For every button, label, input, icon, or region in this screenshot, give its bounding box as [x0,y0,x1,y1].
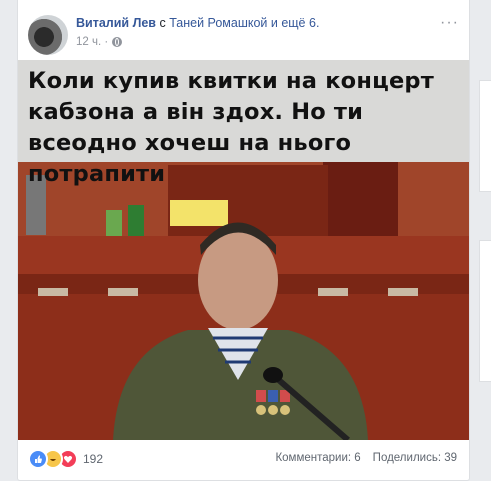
author-name[interactable]: Виталий Лев [76,16,156,30]
post-image[interactable]: Коли купив квитки на концерт кабзона а в… [18,60,469,440]
like-icon [28,449,48,469]
image-caption-box: Коли купив квитки на концерт кабзона а в… [18,60,469,187]
reactions-count[interactable]: 192 [83,452,103,466]
tagged-people[interactable]: Таней Ромашкой и ещё 6. [169,16,319,30]
post-stats: Комментарии: 6 Поделились: 39 [275,452,457,464]
author-avatar[interactable] [28,15,68,55]
post-card: Виталий Лев с Таней Ромашкой и ещё 6. 12… [17,0,470,481]
comments-link[interactable]: Комментарии: 6 [275,452,360,464]
image-caption: Коли купив квитки на концерт кабзона а в… [28,68,434,187]
post-time[interactable]: 12 ч. · [76,36,108,48]
right-sidebar-card-2 [479,240,491,382]
shares-link[interactable]: Поделились: 39 [373,452,457,464]
more-options-icon[interactable]: ··· [440,14,459,32]
globe-icon [112,37,123,47]
reactions-summary[interactable]: 192 [28,449,103,469]
with-prefix: с [159,16,166,30]
post-meta: 12 ч. · [76,36,123,48]
post-header: Виталий Лев с Таней Ромашкой и ещё 6. [76,16,319,30]
post-footer: 192 Комментарии: 6 Поделились: 39 [18,440,469,478]
right-sidebar-card-1 [479,80,491,192]
